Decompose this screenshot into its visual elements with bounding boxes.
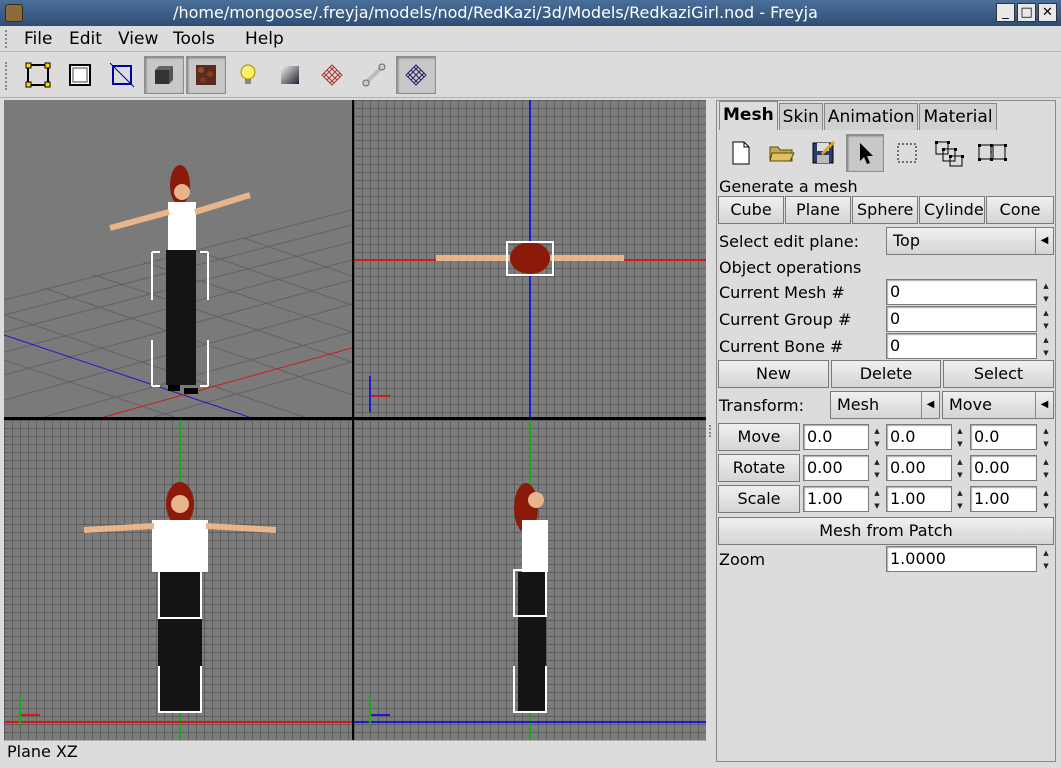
viewport-perspective[interactable] (4, 100, 352, 417)
viewport-area (4, 100, 706, 740)
vertex-merge-icon[interactable] (973, 134, 1011, 172)
menu-tools[interactable]: Tools (173, 29, 215, 49)
move-x-field[interactable]: 0.0 (803, 424, 869, 450)
delete-button[interactable]: Delete (831, 360, 941, 388)
cone-button[interactable]: Cone (986, 196, 1054, 224)
wireframe-icon[interactable] (312, 56, 352, 94)
current-bone-spinner[interactable]: ▲ ▼ (1039, 333, 1053, 359)
object-operations-label: Object operations (719, 258, 862, 277)
transform-target-value: Mesh (837, 395, 880, 414)
move-button[interactable]: Move (718, 423, 800, 451)
edit-plane-value: Top (893, 231, 920, 250)
transform-mode-value: Move (949, 395, 992, 414)
rotate-z-field[interactable]: 0.00 (970, 455, 1037, 481)
move-z-field[interactable]: 0.0 (970, 424, 1037, 450)
combo-arrow-icon: ◀ (1035, 228, 1053, 254)
menu-bar: File Edit View Tools Help (0, 26, 1061, 52)
window-title: /home/mongoose/.freyja/models/nod/RedKaz… (173, 3, 818, 22)
move-y-field[interactable]: 0.0 (886, 424, 952, 450)
scale-y-spinner[interactable]: ▲ ▼ (953, 486, 967, 512)
tab-animation[interactable]: Animation (823, 103, 919, 130)
viewport-side[interactable] (354, 420, 706, 740)
material-icon[interactable] (270, 56, 310, 94)
rotate-button[interactable]: Rotate (718, 454, 800, 482)
menu-help[interactable]: Help (245, 29, 284, 49)
rotate-z-spinner[interactable]: ▲ ▼ (1039, 455, 1053, 481)
status-bar: Plane XZ (4, 740, 706, 764)
move-y-spinner[interactable]: ▲ ▼ (953, 424, 967, 450)
lighting-icon[interactable] (228, 56, 268, 94)
scale-z-field[interactable]: 1.00 (970, 486, 1037, 512)
viewport-front[interactable] (4, 420, 352, 740)
plane-button[interactable]: Plane (785, 196, 851, 224)
tab-mesh[interactable]: Mesh (719, 101, 778, 130)
current-mesh-field[interactable]: 0 (886, 279, 1037, 305)
transform-label: Transform: (719, 396, 804, 415)
move-z-spinner[interactable]: ▲ ▼ (1039, 424, 1053, 450)
edit-plane-label: Select edit plane: (719, 232, 860, 251)
move-x-spinner[interactable]: ▲ ▼ (870, 424, 884, 450)
zoom-spinner[interactable]: ▲ ▼ (1039, 546, 1053, 572)
current-bone-label: Current Bone # (719, 337, 844, 356)
zoom-label: Zoom (719, 550, 766, 569)
zoom-field[interactable]: 1.0000 (886, 546, 1037, 572)
title-bar: /home/mongoose/.freyja/models/nod/RedKaz… (0, 0, 1061, 26)
scale-x-spinner[interactable]: ▲ ▼ (870, 486, 884, 512)
new-button[interactable]: New (718, 360, 829, 388)
vertex-group-icon[interactable] (930, 134, 968, 172)
tab-material[interactable]: Material (919, 103, 997, 130)
select-rect-icon[interactable] (888, 134, 926, 172)
pointer-icon[interactable] (846, 134, 884, 172)
scale-button[interactable]: Scale (718, 485, 800, 513)
select-icon[interactable] (60, 56, 100, 94)
rotate-y-field[interactable]: 0.00 (886, 455, 952, 481)
bone-icon[interactable] (354, 56, 394, 94)
combo-arrow-icon: ◀ (1035, 392, 1053, 418)
menubar-grip[interactable] (5, 30, 9, 48)
scale-z-spinner[interactable]: ▲ ▼ (1039, 486, 1053, 512)
current-bone-field[interactable]: 0 (886, 333, 1037, 359)
menu-edit[interactable]: Edit (69, 29, 102, 49)
menu-view[interactable]: View (118, 29, 158, 49)
transform-mode-select[interactable]: Move ◀ (942, 391, 1054, 419)
close-button[interactable]: ✕ (1038, 3, 1057, 22)
cylinder-button[interactable]: Cylinder (919, 196, 985, 224)
menu-file[interactable]: File (24, 29, 52, 49)
current-group-label: Current Group # (719, 310, 852, 329)
select-button[interactable]: Select (943, 360, 1054, 388)
grid-icon[interactable] (396, 56, 436, 94)
panel-grip[interactable] (709, 425, 713, 437)
transform-target-select[interactable]: Mesh ◀ (830, 391, 940, 419)
current-mesh-label: Current Mesh # (719, 283, 845, 302)
tab-skin[interactable]: Skin (778, 103, 823, 130)
mesh-from-patch-button[interactable]: Mesh from Patch (718, 517, 1054, 545)
minimize-button[interactable]: _ (996, 3, 1015, 22)
current-group-field[interactable]: 0 (886, 306, 1037, 332)
solid-render-icon[interactable] (144, 56, 184, 94)
toolbar (0, 52, 1061, 98)
texture-render-icon[interactable] (186, 56, 226, 94)
cube-button[interactable]: Cube (718, 196, 784, 224)
bounding-box-icon[interactable] (102, 56, 142, 94)
viewport-top[interactable] (354, 100, 706, 417)
open-folder-icon[interactable] (763, 134, 801, 172)
scale-x-field[interactable]: 1.00 (803, 486, 869, 512)
rotate-y-spinner[interactable]: ▲ ▼ (953, 455, 967, 481)
current-mesh-spinner[interactable]: ▲ ▼ (1039, 279, 1053, 305)
rotate-x-spinner[interactable]: ▲ ▼ (870, 455, 884, 481)
edit-plane-select[interactable]: Top ◀ (886, 227, 1054, 255)
sphere-button[interactable]: Sphere (852, 196, 918, 224)
rotate-x-field[interactable]: 0.00 (803, 455, 869, 481)
save-icon[interactable] (804, 134, 842, 172)
current-group-spinner[interactable]: ▲ ▼ (1039, 306, 1053, 332)
maximize-button[interactable]: □ (1017, 3, 1036, 22)
combo-arrow-icon: ◀ (921, 392, 939, 418)
scale-y-field[interactable]: 1.00 (886, 486, 952, 512)
new-file-icon[interactable] (722, 134, 760, 172)
select-all-icon[interactable] (18, 56, 58, 94)
generate-mesh-label: Generate a mesh (719, 177, 858, 196)
toolbar-grip[interactable] (5, 62, 9, 90)
